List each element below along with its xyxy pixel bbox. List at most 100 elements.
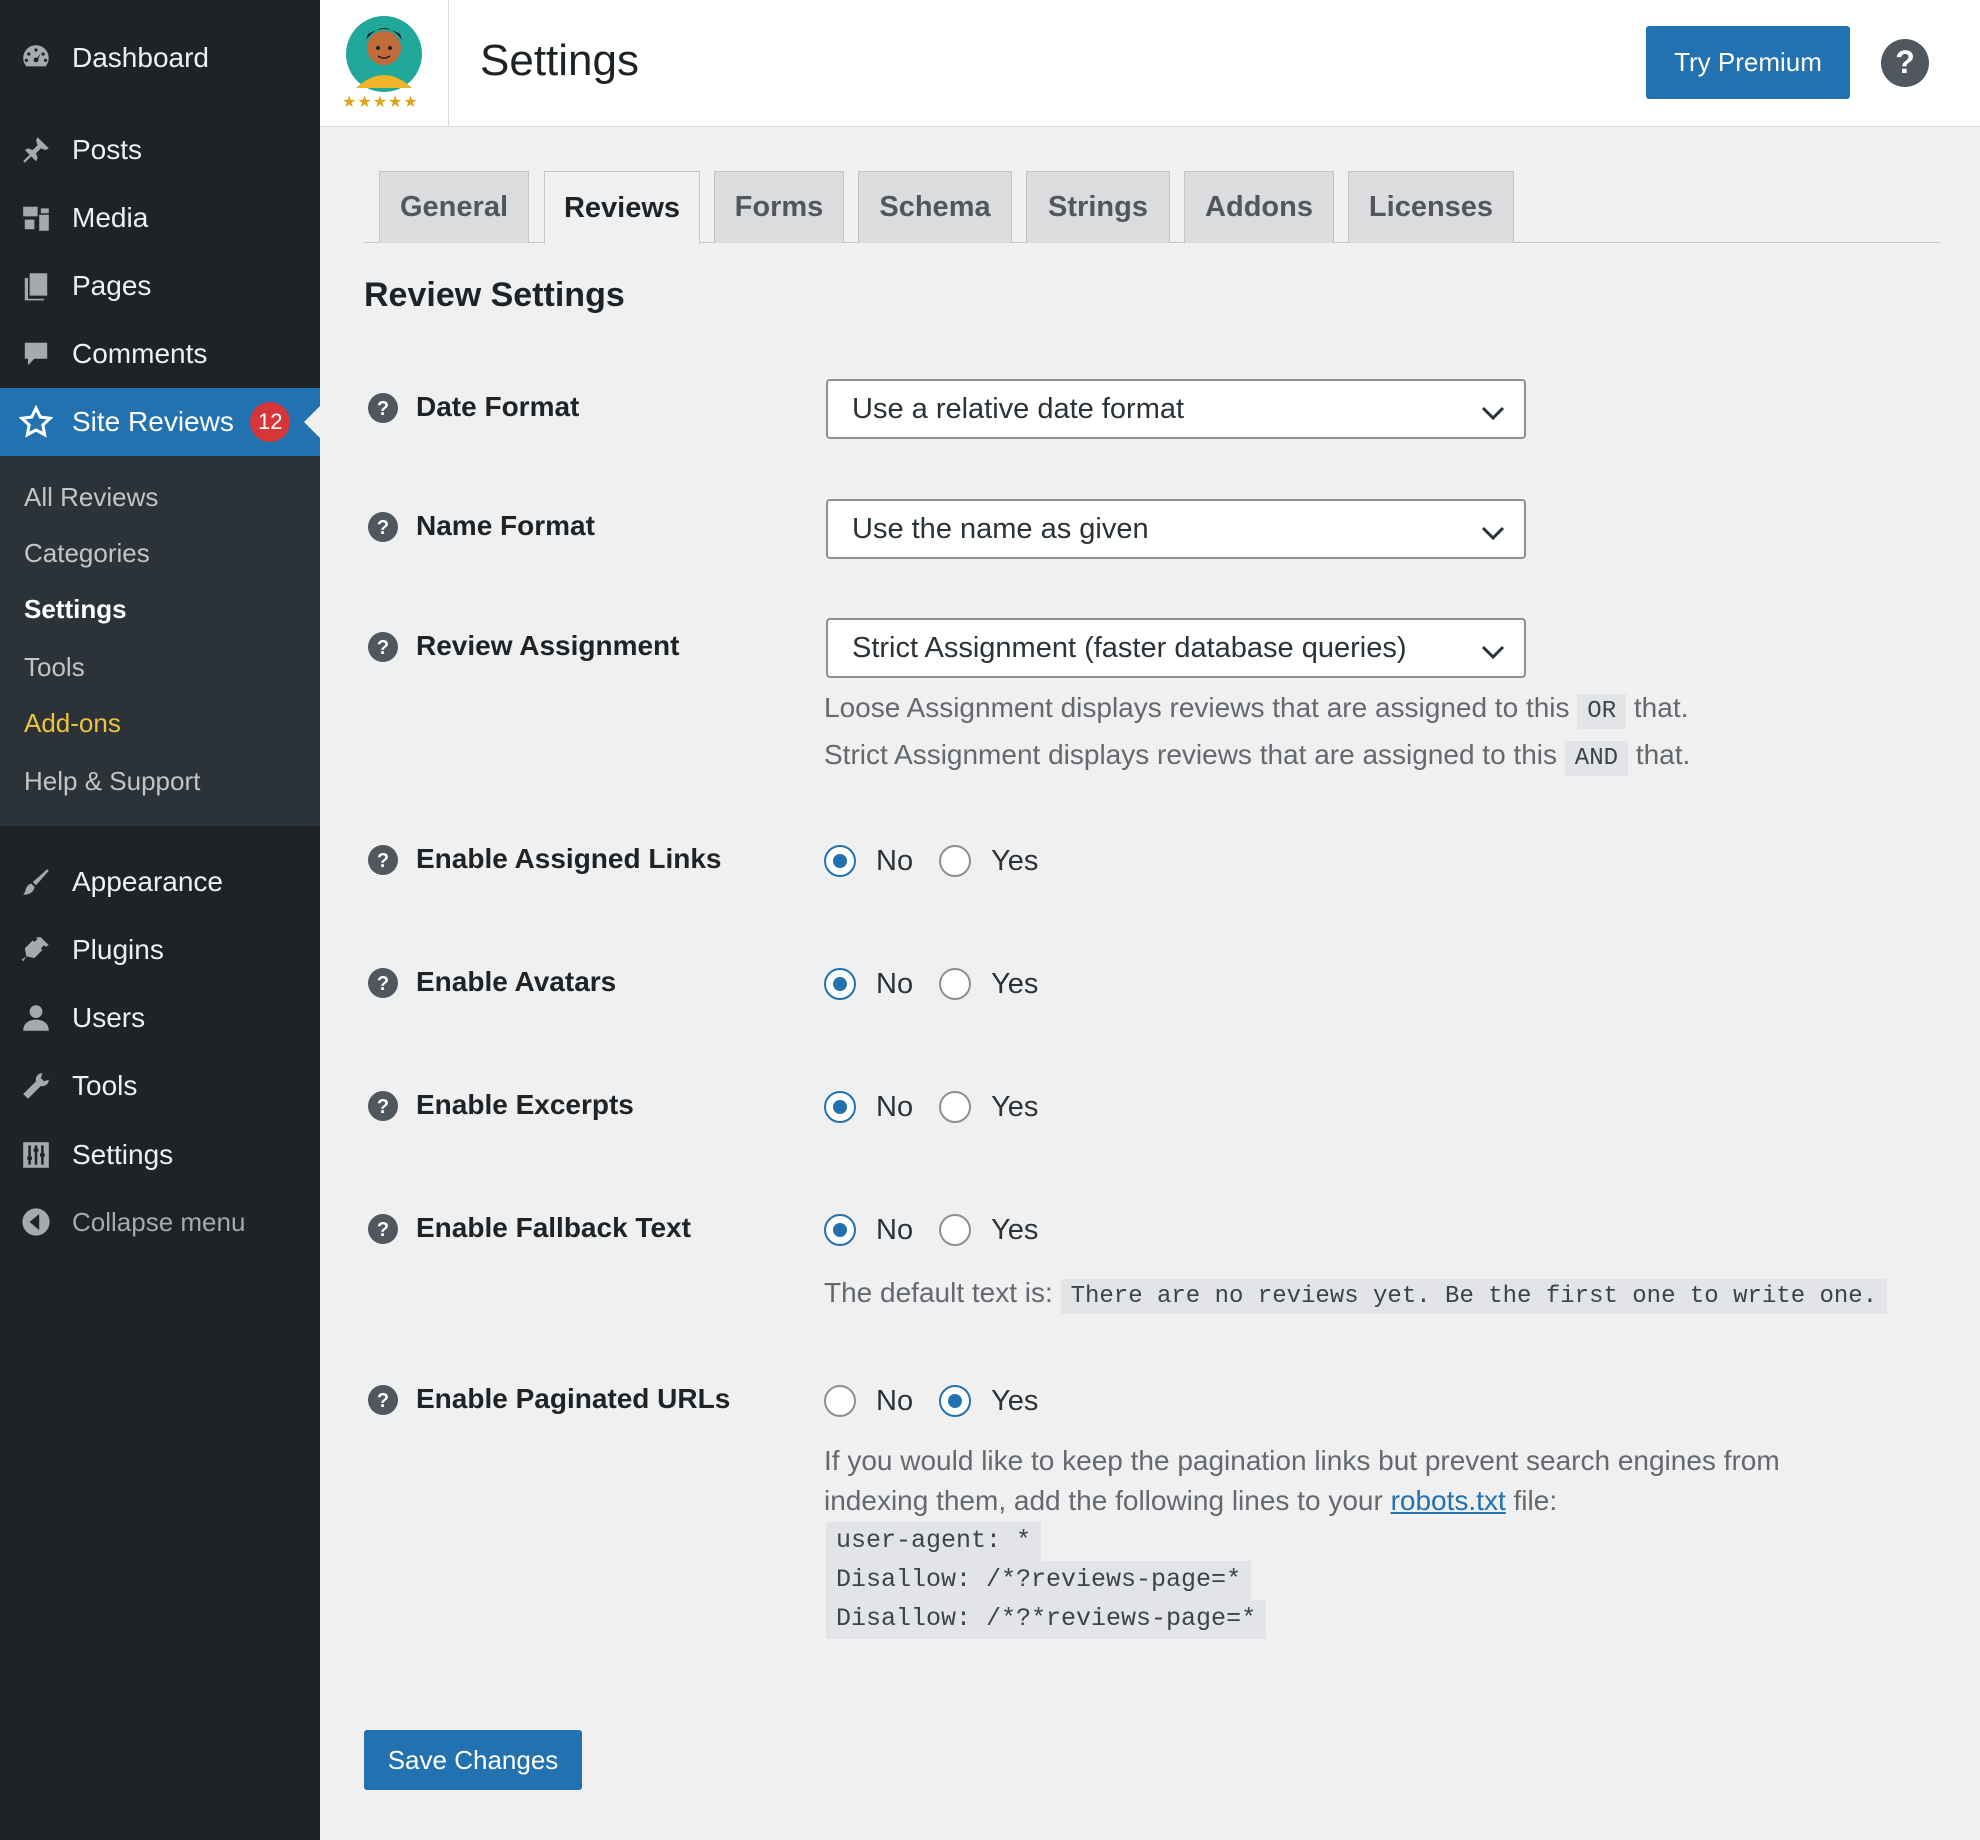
menu-label: Posts <box>72 134 143 165</box>
tab-reviews[interactable]: Reviews <box>544 171 700 244</box>
menu-item-media[interactable]: Media <box>0 184 320 252</box>
tab-forms[interactable]: Forms <box>714 171 844 243</box>
question-icon[interactable]: ? <box>368 1214 398 1244</box>
submenu-all-reviews[interactable]: All Reviews <box>24 482 158 513</box>
menu-label: Site Reviews <box>72 406 234 437</box>
menu-item-appearance[interactable]: Appearance <box>0 848 320 916</box>
plugin-logo: ★★★★★ <box>320 0 449 127</box>
tab-licenses[interactable]: Licenses <box>1348 171 1514 243</box>
avatars-label: Enable Avatars <box>416 966 617 997</box>
svg-text:?: ? <box>1895 44 1915 80</box>
collapse-menu-button[interactable]: Collapse menu <box>0 1188 320 1256</box>
menu-label: Comments <box>72 338 208 369</box>
name-format-select[interactable]: Use the name as given <box>826 499 1526 559</box>
code-line: Disallow: /*?*reviews-page=* <box>826 1600 1267 1639</box>
paginated-radio-group: No Yes <box>824 1383 1064 1419</box>
menu-item-plugins[interactable]: Plugins <box>0 916 320 984</box>
menu-label: Media <box>72 202 149 233</box>
comment-icon <box>18 336 54 372</box>
desc-text: that. <box>1635 739 1691 770</box>
sliders-icon <box>18 1137 54 1173</box>
plugin-icon <box>18 932 54 968</box>
question-icon[interactable]: ? <box>368 1091 398 1121</box>
question-icon[interactable]: ? <box>368 1385 398 1415</box>
submenu-categories[interactable]: Categories <box>24 538 150 569</box>
submenu-settings[interactable]: Settings <box>24 594 127 625</box>
question-icon[interactable]: ? <box>368 393 398 423</box>
pin-icon <box>18 132 54 168</box>
question-icon[interactable]: ? <box>368 512 398 542</box>
radio-no[interactable] <box>824 1091 856 1123</box>
radio-yes[interactable] <box>939 1214 972 1246</box>
question-icon[interactable]: ? <box>368 632 398 662</box>
dashboard-icon <box>18 40 54 76</box>
date-format-select[interactable]: Use a relative date format <box>826 379 1526 439</box>
select-value: Use the name as given <box>852 512 1149 545</box>
save-changes-button[interactable]: Save Changes <box>364 1730 582 1790</box>
menu-item-pages[interactable]: Pages <box>0 252 320 320</box>
try-premium-button[interactable]: Try Premium <box>1646 26 1850 99</box>
unread-count-badge: 12 <box>250 402 291 442</box>
submenu-addons[interactable]: Add-ons <box>24 708 121 739</box>
radio-no[interactable] <box>824 968 856 1000</box>
question-icon[interactable]: ? <box>368 968 398 998</box>
pages-icon <box>18 268 54 304</box>
menu-item-tools[interactable]: Tools <box>0 1052 320 1120</box>
robots-txt-link[interactable]: robots.txt <box>1391 1485 1506 1516</box>
star-icon <box>18 404 54 440</box>
radio-no[interactable] <box>824 845 856 877</box>
desc-text: indexing them, add the following lines t… <box>824 1485 1383 1516</box>
tab-schema[interactable]: Schema <box>858 171 1012 243</box>
excerpts-label: Enable Excerpts <box>416 1089 634 1120</box>
site-reviews-submenu: All Reviews Categories Settings Tools Ad… <box>0 456 320 826</box>
radio-label-no: No <box>876 1090 914 1123</box>
menu-item-dashboard[interactable]: Dashboard <box>0 24 320 92</box>
fallback-radio-group: No Yes <box>824 1212 1064 1248</box>
svg-text:?: ? <box>377 973 389 995</box>
radio-yes[interactable] <box>939 1091 972 1123</box>
admin-sidebar: Dashboard Posts Media Pages Comments Sit… <box>0 0 320 1840</box>
radio-yes[interactable] <box>939 845 972 877</box>
question-icon[interactable]: ? <box>368 845 398 875</box>
default-text-code: There are no reviews yet. Be the first o… <box>1060 1279 1888 1314</box>
page-title: Settings <box>480 36 639 85</box>
review-assignment-select[interactable]: Strict Assignment (faster database queri… <box>826 618 1526 678</box>
chevron-down-icon <box>1480 399 1506 421</box>
tab-general[interactable]: General <box>379 171 529 243</box>
desc-text: Strict Assignment displays reviews that … <box>824 739 1558 770</box>
collapse-menu-label: Collapse menu <box>72 1206 246 1237</box>
section-title: Review Settings <box>364 276 625 314</box>
menu-item-site-reviews[interactable]: Site Reviews 12 <box>0 388 320 456</box>
menu-item-settings[interactable]: Settings <box>0 1121 320 1189</box>
robots-code-block: user-agent: * Disallow: /*?reviews-page=… <box>826 1522 1267 1639</box>
radio-yes[interactable] <box>939 1385 972 1417</box>
select-value: Use a relative date format <box>852 392 1185 425</box>
rating-stars: ★★★★★ <box>342 94 419 111</box>
excerpts-radio-group: No Yes <box>824 1089 1064 1125</box>
collapse-arrow-icon <box>18 1204 54 1240</box>
menu-label: Settings <box>72 1139 174 1170</box>
menu-label: Dashboard <box>72 42 209 73</box>
paginated-description: If you would like to keep the pagination… <box>824 1441 1780 1521</box>
submenu-tools[interactable]: Tools <box>24 652 85 683</box>
radio-yes[interactable] <box>939 968 972 1000</box>
tab-addons[interactable]: Addons <box>1184 171 1334 243</box>
desc-text: Loose Assignment displays reviews that a… <box>824 692 1570 723</box>
code-and: AND <box>1564 741 1629 776</box>
submenu-help-support[interactable]: Help & Support <box>24 766 200 797</box>
radio-label-yes: Yes <box>991 1384 1039 1417</box>
wrench-icon <box>18 1068 54 1104</box>
radio-no[interactable] <box>824 1385 856 1417</box>
radio-label-no: No <box>876 844 914 877</box>
radio-no[interactable] <box>824 1214 856 1246</box>
radio-label-yes: Yes <box>991 1090 1039 1123</box>
tab-strings[interactable]: Strings <box>1026 171 1170 243</box>
page-header: ★★★★★ Settings Try Premium ? <box>320 0 1980 127</box>
menu-item-posts[interactable]: Posts <box>0 116 320 184</box>
help-icon[interactable]: ? <box>1880 38 1930 88</box>
svg-text:?: ? <box>377 1219 389 1241</box>
menu-item-users[interactable]: Users <box>0 984 320 1052</box>
radio-label-yes: Yes <box>991 1213 1039 1246</box>
menu-label: Pages <box>72 270 152 301</box>
menu-item-comments[interactable]: Comments <box>0 320 320 388</box>
